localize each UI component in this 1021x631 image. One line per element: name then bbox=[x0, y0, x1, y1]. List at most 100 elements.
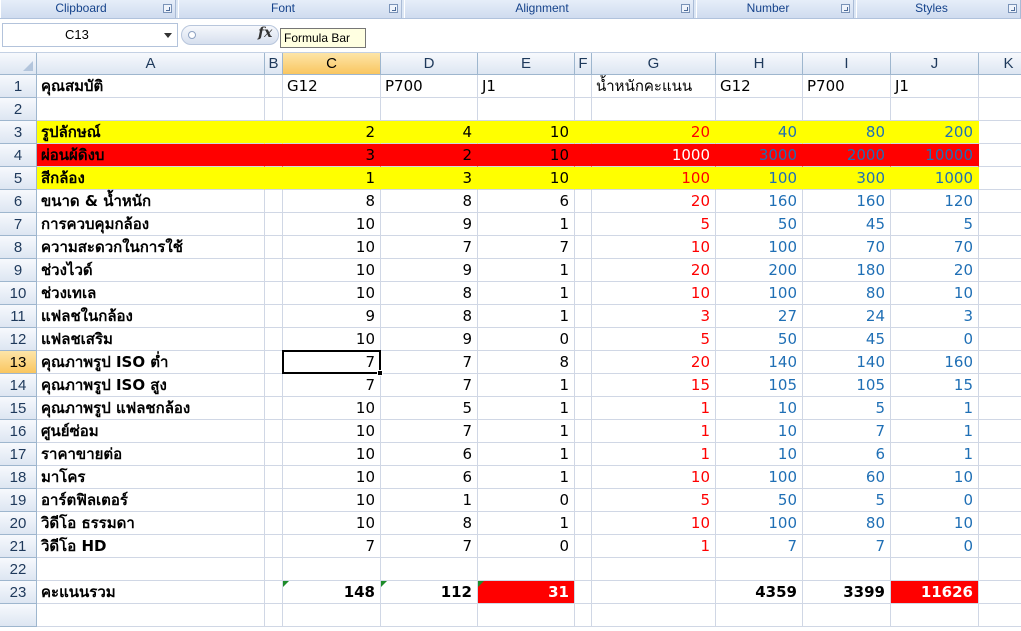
cell-b13[interactable] bbox=[265, 351, 283, 374]
cell-a21[interactable]: วิดีโอ HD bbox=[37, 535, 265, 558]
cell-g1[interactable]: น้ำหนักคะแนน bbox=[592, 75, 716, 98]
select-all-button[interactable] bbox=[0, 53, 37, 75]
error-indicator-icon[interactable] bbox=[381, 581, 387, 587]
cell-f6[interactable] bbox=[575, 190, 592, 213]
cell-e9[interactable]: 1 bbox=[478, 259, 575, 282]
row-header[interactable]: 20 bbox=[0, 512, 37, 535]
cell-k10[interactable] bbox=[979, 282, 1021, 305]
cell-k12[interactable] bbox=[979, 328, 1021, 351]
cell-g16[interactable]: 1 bbox=[592, 420, 716, 443]
cell-j15[interactable]: 1 bbox=[891, 397, 979, 420]
cell-g2[interactable] bbox=[592, 98, 716, 121]
cell-f14[interactable] bbox=[575, 374, 592, 397]
cell-f20[interactable] bbox=[575, 512, 592, 535]
cell-k18[interactable] bbox=[979, 466, 1021, 489]
cell-j9[interactable]: 20 bbox=[891, 259, 979, 282]
cell-h11[interactable]: 27 bbox=[716, 305, 803, 328]
cell-e1[interactable]: J1 bbox=[478, 75, 575, 98]
cell-i4[interactable]: 2000 bbox=[803, 144, 891, 167]
cell-h8[interactable]: 100 bbox=[716, 236, 803, 259]
cell-c18[interactable]: 10 bbox=[283, 466, 381, 489]
cell-g14[interactable]: 15 bbox=[592, 374, 716, 397]
cell-bx[interactable] bbox=[265, 604, 283, 627]
cell-i16[interactable]: 7 bbox=[803, 420, 891, 443]
cell-i9[interactable]: 180 bbox=[803, 259, 891, 282]
cell-g7[interactable]: 5 bbox=[592, 213, 716, 236]
cell-b3[interactable] bbox=[265, 121, 283, 144]
cell-j16[interactable]: 1 bbox=[891, 420, 979, 443]
cell-g18[interactable]: 10 bbox=[592, 466, 716, 489]
cell-g19[interactable]: 5 bbox=[592, 489, 716, 512]
cell-a10[interactable]: ช่วงเทเล bbox=[37, 282, 265, 305]
cell-h3[interactable]: 40 bbox=[716, 121, 803, 144]
cell-f17[interactable] bbox=[575, 443, 592, 466]
error-indicator-icon[interactable] bbox=[478, 581, 484, 587]
dialog-launcher-icon[interactable] bbox=[841, 4, 850, 13]
cell-j19[interactable]: 0 bbox=[891, 489, 979, 512]
cell-g10[interactable]: 10 bbox=[592, 282, 716, 305]
cell-d7[interactable]: 9 bbox=[381, 213, 478, 236]
cell-j8[interactable]: 70 bbox=[891, 236, 979, 259]
cell-e2[interactable] bbox=[478, 98, 575, 121]
cell-e12[interactable]: 0 bbox=[478, 328, 575, 351]
cell-a18[interactable]: มาโคร bbox=[37, 466, 265, 489]
error-indicator-icon[interactable] bbox=[283, 581, 289, 587]
cell-i19[interactable]: 5 bbox=[803, 489, 891, 512]
cell-k5[interactable] bbox=[979, 167, 1021, 190]
cell-j7[interactable]: 5 bbox=[891, 213, 979, 236]
cell-i12[interactable]: 45 bbox=[803, 328, 891, 351]
cell-c23[interactable]: 148 bbox=[283, 581, 381, 604]
row-header[interactable]: 13 bbox=[0, 351, 37, 374]
cell-b10[interactable] bbox=[265, 282, 283, 305]
cell-a16[interactable]: ศูนย์ซ่อม bbox=[37, 420, 265, 443]
cell-k17[interactable] bbox=[979, 443, 1021, 466]
cell-b14[interactable] bbox=[265, 374, 283, 397]
row-header[interactable]: 12 bbox=[0, 328, 37, 351]
cell-c7[interactable]: 10 bbox=[283, 213, 381, 236]
cell-f1[interactable] bbox=[575, 75, 592, 98]
cell-b8[interactable] bbox=[265, 236, 283, 259]
cell-k4[interactable] bbox=[979, 144, 1021, 167]
cell-g21[interactable]: 1 bbox=[592, 535, 716, 558]
cell-b9[interactable] bbox=[265, 259, 283, 282]
cell-e5[interactable]: 10 bbox=[478, 167, 575, 190]
cell-e14[interactable]: 1 bbox=[478, 374, 575, 397]
cell-g17[interactable]: 1 bbox=[592, 443, 716, 466]
cell-a20[interactable]: วิดีโอ ธรรมดา bbox=[37, 512, 265, 535]
cell-f3[interactable] bbox=[575, 121, 592, 144]
cell-f12[interactable] bbox=[575, 328, 592, 351]
cell-h9[interactable]: 200 bbox=[716, 259, 803, 282]
name-box-dropdown-icon[interactable] bbox=[164, 33, 172, 38]
cell-d19[interactable]: 1 bbox=[381, 489, 478, 512]
cell-g13[interactable]: 20 bbox=[592, 351, 716, 374]
cell-g4[interactable]: 1000 bbox=[592, 144, 716, 167]
cell-d13[interactable]: 7 bbox=[381, 351, 478, 374]
column-header-e[interactable]: E bbox=[478, 53, 575, 75]
row-header[interactable]: 5 bbox=[0, 167, 37, 190]
cell-c2[interactable] bbox=[283, 98, 381, 121]
cell-b21[interactable] bbox=[265, 535, 283, 558]
cell-b1[interactable] bbox=[265, 75, 283, 98]
cell-e11[interactable]: 1 bbox=[478, 305, 575, 328]
cell-hx[interactable] bbox=[716, 604, 803, 627]
cell-d23[interactable]: 112 bbox=[381, 581, 478, 604]
cell-j11[interactable]: 3 bbox=[891, 305, 979, 328]
cell-b20[interactable] bbox=[265, 512, 283, 535]
cell-k21[interactable] bbox=[979, 535, 1021, 558]
cell-c14[interactable]: 7 bbox=[283, 374, 381, 397]
cell-c19[interactable]: 10 bbox=[283, 489, 381, 512]
column-header-d[interactable]: D bbox=[381, 53, 478, 75]
cell-d14[interactable]: 7 bbox=[381, 374, 478, 397]
name-box[interactable]: C13 bbox=[2, 23, 178, 47]
row-header[interactable]: 11 bbox=[0, 305, 37, 328]
cell-b15[interactable] bbox=[265, 397, 283, 420]
cell-g22[interactable] bbox=[592, 558, 716, 581]
cell-a3[interactable]: รูปลักษณ์ bbox=[37, 121, 265, 144]
cell-c11[interactable]: 9 bbox=[283, 305, 381, 328]
cell-g9[interactable]: 20 bbox=[592, 259, 716, 282]
cell-f16[interactable] bbox=[575, 420, 592, 443]
cell-a8[interactable]: ความสะดวกในการใช้ bbox=[37, 236, 265, 259]
cell-k14[interactable] bbox=[979, 374, 1021, 397]
cell-i21[interactable]: 7 bbox=[803, 535, 891, 558]
cell-j3[interactable]: 200 bbox=[891, 121, 979, 144]
